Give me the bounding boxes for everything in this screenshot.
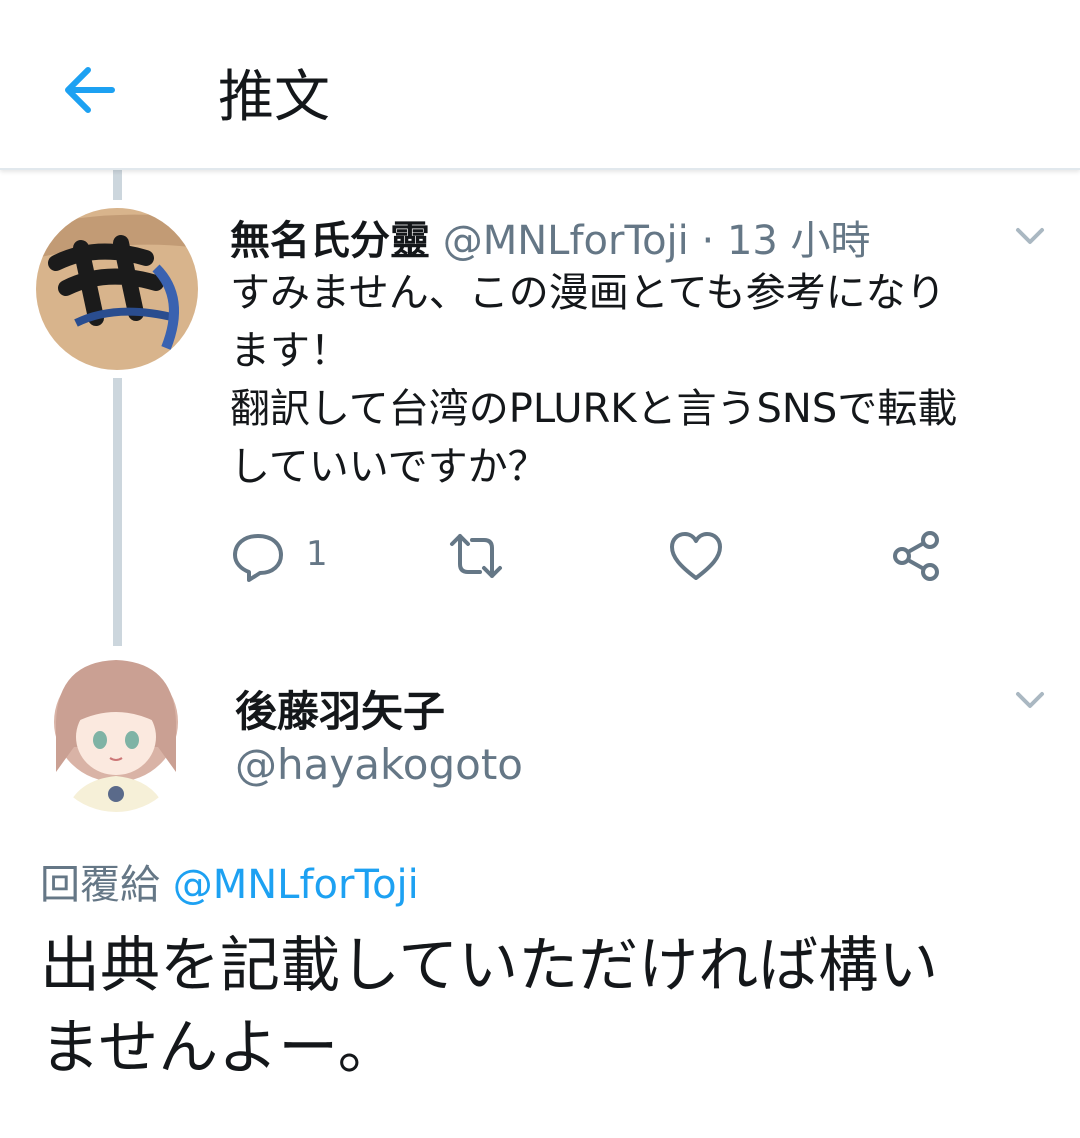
display-name[interactable]: 無名氏分靈: [230, 218, 430, 264]
like-icon: [670, 532, 722, 580]
tweet-menu-button[interactable]: [1010, 680, 1050, 720]
display-name[interactable]: 後藤羽矢子: [235, 678, 445, 739]
retweet-icon: [450, 534, 502, 578]
arrow-left-icon: [65, 67, 115, 113]
tweet-text-line: していいですか？: [230, 444, 548, 490]
back-button[interactable]: [58, 58, 122, 122]
share-icon: [893, 531, 939, 581]
thread-line-top: [113, 168, 122, 200]
replying-to: 回覆給 @MNLforToji: [40, 852, 419, 910]
reply-icon: [233, 534, 283, 582]
tweet-menu-button[interactable]: [1010, 216, 1050, 256]
share-button[interactable]: [888, 528, 944, 588]
tweet-text-line: 翻訳して台湾のPLURKと言うSNSで転載: [230, 386, 958, 432]
top-app-bar: 推文: [0, 0, 1080, 170]
reply-count: 1: [306, 534, 328, 574]
tweet-text-line: ます！: [230, 328, 350, 374]
replying-to-handle-link[interactable]: @MNLforToji: [173, 862, 419, 908]
replying-to-label: 回覆給: [40, 862, 160, 908]
thread-line-bottom: [113, 378, 122, 646]
user-handle[interactable]: @MNLforToji: [443, 218, 689, 264]
tweet-text-line: ませんよー。: [40, 1013, 398, 1083]
user-handle[interactable]: @hayakogoto: [235, 740, 523, 789]
chevron-down-icon: [1016, 692, 1044, 708]
avatar[interactable]: [36, 208, 198, 370]
avatar[interactable]: [46, 652, 186, 812]
tweet-text: すみません、この漫画とても参考になり ます！ 翻訳して台湾のPLURKと言うSN…: [230, 264, 1050, 496]
retweet-button[interactable]: [446, 528, 506, 588]
like-button[interactable]: [668, 528, 724, 588]
reply-button[interactable]: 1: [230, 528, 350, 588]
chevron-down-icon: [1016, 228, 1044, 244]
page-title: 推文: [218, 65, 330, 130]
tweet-text-line: すみません、この漫画とても参考になり: [230, 270, 946, 316]
tweet-text: 出典を記載していただければ構い ませんよー。: [40, 925, 1040, 1089]
separator: ·: [701, 218, 715, 264]
tweet-time: 13 小時: [726, 218, 871, 264]
tweet-text-line: 出典を記載していただければ構い: [40, 931, 939, 1001]
tweet-header: 無名氏分靈 @MNLforToji · 13 小時: [230, 208, 871, 266]
